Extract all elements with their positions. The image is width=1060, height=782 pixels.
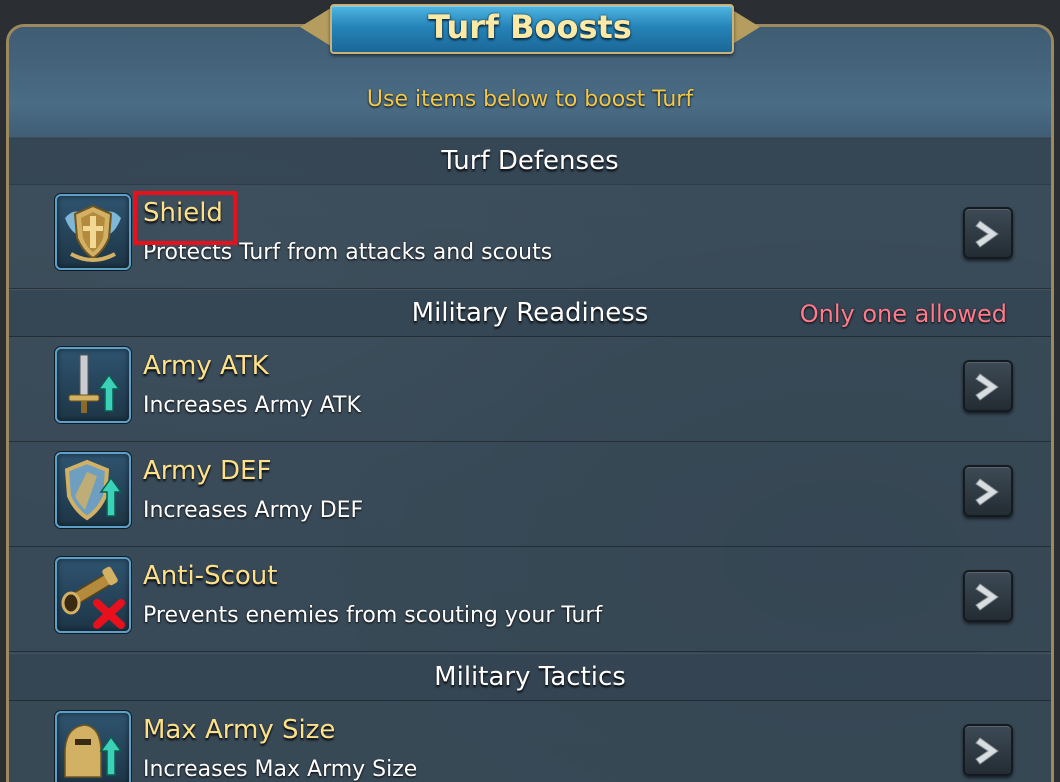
- open-army-atk-button[interactable]: [963, 360, 1013, 412]
- helmet-up-icon: [55, 711, 131, 782]
- chevron-right-icon: [975, 373, 999, 401]
- window-title: Turf Boosts: [428, 8, 632, 46]
- chevron-right-icon: [975, 478, 999, 506]
- item-name: Army DEF: [143, 456, 272, 486]
- spyglass-cross-icon: [55, 557, 131, 633]
- item-name: Army ATK: [143, 351, 269, 381]
- title-plate: Turf Boosts: [300, 0, 760, 56]
- open-anti-scout-button[interactable]: [963, 570, 1013, 622]
- section-title: Military Tactics: [434, 662, 626, 692]
- highlight-box: [133, 191, 237, 245]
- boost-window: Use items below to boost Turf Turf Defen…: [0, 0, 1060, 782]
- item-name: Anti-Scout: [143, 561, 278, 591]
- chevron-right-icon: [975, 583, 999, 611]
- boost-row-army-def[interactable]: Army DEF Increases Army DEF: [9, 442, 1051, 547]
- item-description: Increases Army ATK: [143, 393, 361, 418]
- sword-up-icon: [55, 347, 131, 423]
- section-header-military-readiness: Military Readiness Only one allowed: [9, 289, 1051, 337]
- open-army-def-button[interactable]: [963, 465, 1013, 517]
- title-wing-left: [300, 6, 334, 48]
- item-description: Prevents enemies from scouting your Turf: [143, 603, 603, 628]
- chevron-right-icon: [975, 737, 999, 765]
- shield-icon: [55, 194, 131, 270]
- boost-panel: Use items below to boost Turf Turf Defen…: [6, 24, 1054, 782]
- section-header-turf-defenses: Turf Defenses: [9, 137, 1051, 185]
- subtitle-text: Use items below to boost Turf: [366, 87, 694, 112]
- item-description: Increases Max Army Size: [143, 757, 418, 782]
- chevron-right-icon: [975, 220, 999, 248]
- shield-up-icon: [55, 452, 131, 528]
- section-title: Turf Defenses: [441, 146, 619, 176]
- open-shield-button[interactable]: [963, 207, 1013, 259]
- section-note: Only one allowed: [799, 300, 1007, 328]
- item-name: Max Army Size: [143, 715, 336, 745]
- section-header-military-tactics: Military Tactics: [9, 653, 1051, 701]
- boost-row-max-army-size[interactable]: Max Army Size Increases Max Army Size: [9, 701, 1051, 782]
- item-description: Increases Army DEF: [143, 498, 364, 523]
- boost-row-army-atk[interactable]: Army ATK Increases Army ATK: [9, 337, 1051, 442]
- boost-row-anti-scout[interactable]: Anti-Scout Prevents enemies from scoutin…: [9, 547, 1051, 652]
- open-max-army-size-button[interactable]: [963, 724, 1013, 776]
